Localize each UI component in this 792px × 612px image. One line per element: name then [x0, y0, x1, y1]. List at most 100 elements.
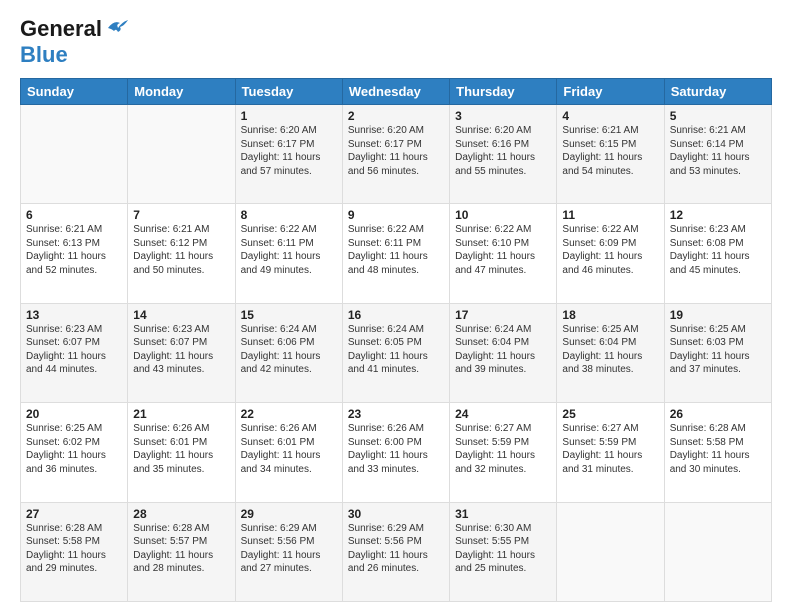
calendar-cell: 14Sunrise: 6:23 AMSunset: 6:07 PMDayligh… [128, 303, 235, 402]
cell-info: Sunrise: 6:23 AMSunset: 6:08 PMDaylight:… [670, 223, 766, 277]
cell-info: Sunrise: 6:21 AMSunset: 6:15 PMDaylight:… [562, 124, 658, 178]
calendar-page: General Blue SundayMondayTuesdayWednesda… [0, 0, 792, 612]
cell-info: Sunrise: 6:27 AMSunset: 5:59 PMDaylight:… [455, 422, 551, 476]
weekday-header-friday: Friday [557, 79, 664, 105]
weekday-header-saturday: Saturday [664, 79, 771, 105]
calendar-cell: 8Sunrise: 6:22 AMSunset: 6:11 PMDaylight… [235, 204, 342, 303]
day-number: 31 [455, 507, 551, 521]
day-number: 15 [241, 308, 337, 322]
day-number: 1 [241, 109, 337, 123]
cell-info: Sunrise: 6:24 AMSunset: 6:06 PMDaylight:… [241, 323, 337, 377]
calendar-cell: 7Sunrise: 6:21 AMSunset: 6:12 PMDaylight… [128, 204, 235, 303]
day-number: 26 [670, 407, 766, 421]
day-number: 9 [348, 208, 444, 222]
calendar-cell: 27Sunrise: 6:28 AMSunset: 5:58 PMDayligh… [21, 502, 128, 601]
cell-info: Sunrise: 6:26 AMSunset: 6:01 PMDaylight:… [241, 422, 337, 476]
day-number: 21 [133, 407, 229, 421]
cell-info: Sunrise: 6:29 AMSunset: 5:56 PMDaylight:… [241, 522, 337, 576]
calendar-cell: 15Sunrise: 6:24 AMSunset: 6:06 PMDayligh… [235, 303, 342, 402]
calendar-cell: 4Sunrise: 6:21 AMSunset: 6:15 PMDaylight… [557, 105, 664, 204]
calendar-cell: 31Sunrise: 6:30 AMSunset: 5:55 PMDayligh… [450, 502, 557, 601]
day-number: 24 [455, 407, 551, 421]
day-number: 18 [562, 308, 658, 322]
calendar-cell: 1Sunrise: 6:20 AMSunset: 6:17 PMDaylight… [235, 105, 342, 204]
calendar-cell: 21Sunrise: 6:26 AMSunset: 6:01 PMDayligh… [128, 403, 235, 502]
calendar-cell: 29Sunrise: 6:29 AMSunset: 5:56 PMDayligh… [235, 502, 342, 601]
day-number: 17 [455, 308, 551, 322]
calendar-cell: 25Sunrise: 6:27 AMSunset: 5:59 PMDayligh… [557, 403, 664, 502]
weekday-header-monday: Monday [128, 79, 235, 105]
day-number: 10 [455, 208, 551, 222]
calendar-cell [664, 502, 771, 601]
cell-info: Sunrise: 6:20 AMSunset: 6:17 PMDaylight:… [348, 124, 444, 178]
cell-info: Sunrise: 6:25 AMSunset: 6:04 PMDaylight:… [562, 323, 658, 377]
calendar-cell: 19Sunrise: 6:25 AMSunset: 6:03 PMDayligh… [664, 303, 771, 402]
weekday-header-thursday: Thursday [450, 79, 557, 105]
cell-info: Sunrise: 6:20 AMSunset: 6:17 PMDaylight:… [241, 124, 337, 178]
week-row-1: 6Sunrise: 6:21 AMSunset: 6:13 PMDaylight… [21, 204, 772, 303]
cell-info: Sunrise: 6:24 AMSunset: 6:05 PMDaylight:… [348, 323, 444, 377]
cell-info: Sunrise: 6:25 AMSunset: 6:03 PMDaylight:… [670, 323, 766, 377]
cell-info: Sunrise: 6:24 AMSunset: 6:04 PMDaylight:… [455, 323, 551, 377]
day-number: 7 [133, 208, 229, 222]
calendar-cell: 3Sunrise: 6:20 AMSunset: 6:16 PMDaylight… [450, 105, 557, 204]
week-row-3: 20Sunrise: 6:25 AMSunset: 6:02 PMDayligh… [21, 403, 772, 502]
cell-info: Sunrise: 6:27 AMSunset: 5:59 PMDaylight:… [562, 422, 658, 476]
logo-bird-icon [106, 18, 128, 36]
day-number: 30 [348, 507, 444, 521]
calendar-cell: 2Sunrise: 6:20 AMSunset: 6:17 PMDaylight… [342, 105, 449, 204]
weekday-header-sunday: Sunday [21, 79, 128, 105]
week-row-0: 1Sunrise: 6:20 AMSunset: 6:17 PMDaylight… [21, 105, 772, 204]
day-number: 27 [26, 507, 122, 521]
day-number: 20 [26, 407, 122, 421]
cell-info: Sunrise: 6:22 AMSunset: 6:10 PMDaylight:… [455, 223, 551, 277]
calendar-cell [21, 105, 128, 204]
calendar-cell: 10Sunrise: 6:22 AMSunset: 6:10 PMDayligh… [450, 204, 557, 303]
day-number: 29 [241, 507, 337, 521]
calendar-cell: 28Sunrise: 6:28 AMSunset: 5:57 PMDayligh… [128, 502, 235, 601]
day-number: 8 [241, 208, 337, 222]
cell-info: Sunrise: 6:21 AMSunset: 6:13 PMDaylight:… [26, 223, 122, 277]
cell-info: Sunrise: 6:26 AMSunset: 6:01 PMDaylight:… [133, 422, 229, 476]
day-number: 3 [455, 109, 551, 123]
cell-info: Sunrise: 6:26 AMSunset: 6:00 PMDaylight:… [348, 422, 444, 476]
day-number: 25 [562, 407, 658, 421]
cell-info: Sunrise: 6:20 AMSunset: 6:16 PMDaylight:… [455, 124, 551, 178]
calendar-cell: 5Sunrise: 6:21 AMSunset: 6:14 PMDaylight… [664, 105, 771, 204]
cell-info: Sunrise: 6:29 AMSunset: 5:56 PMDaylight:… [348, 522, 444, 576]
calendar-cell: 30Sunrise: 6:29 AMSunset: 5:56 PMDayligh… [342, 502, 449, 601]
day-number: 23 [348, 407, 444, 421]
cell-info: Sunrise: 6:21 AMSunset: 6:14 PMDaylight:… [670, 124, 766, 178]
calendar-cell: 12Sunrise: 6:23 AMSunset: 6:08 PMDayligh… [664, 204, 771, 303]
calendar-cell: 26Sunrise: 6:28 AMSunset: 5:58 PMDayligh… [664, 403, 771, 502]
calendar-cell [128, 105, 235, 204]
cell-info: Sunrise: 6:28 AMSunset: 5:58 PMDaylight:… [26, 522, 122, 576]
calendar-cell: 18Sunrise: 6:25 AMSunset: 6:04 PMDayligh… [557, 303, 664, 402]
logo-general: General [20, 16, 102, 42]
calendar-cell: 11Sunrise: 6:22 AMSunset: 6:09 PMDayligh… [557, 204, 664, 303]
day-number: 28 [133, 507, 229, 521]
day-number: 13 [26, 308, 122, 322]
day-number: 16 [348, 308, 444, 322]
calendar-cell: 16Sunrise: 6:24 AMSunset: 6:05 PMDayligh… [342, 303, 449, 402]
calendar-cell: 6Sunrise: 6:21 AMSunset: 6:13 PMDaylight… [21, 204, 128, 303]
logo-blue: Blue [20, 42, 68, 67]
calendar-cell: 24Sunrise: 6:27 AMSunset: 5:59 PMDayligh… [450, 403, 557, 502]
day-number: 4 [562, 109, 658, 123]
weekday-header-row: SundayMondayTuesdayWednesdayThursdayFrid… [21, 79, 772, 105]
day-number: 14 [133, 308, 229, 322]
week-row-2: 13 Sunrise: 6:23 AMSunset: 6:07 PMDayligh… [21, 303, 772, 402]
day-number: 11 [562, 208, 658, 222]
cell-info: Sunrise: 6:28 AMSunset: 5:57 PMDaylight:… [133, 522, 229, 576]
weekday-header-wednesday: Wednesday [342, 79, 449, 105]
cell-info: Sunrise: 6:23 AMSunset: 6:07 PMDaylight:… [133, 323, 229, 377]
logo: General Blue [20, 16, 128, 68]
cell-info: Sunrise: 6:25 AMSunset: 6:02 PMDaylight:… [26, 422, 122, 476]
day-number: 19 [670, 308, 766, 322]
calendar-cell: 20Sunrise: 6:25 AMSunset: 6:02 PMDayligh… [21, 403, 128, 502]
calendar-cell [557, 502, 664, 601]
day-number: 2 [348, 109, 444, 123]
calendar-cell: 23Sunrise: 6:26 AMSunset: 6:00 PMDayligh… [342, 403, 449, 502]
cell-info: Sunrise: 6:22 AMSunset: 6:11 PMDaylight:… [348, 223, 444, 277]
week-row-4: 27Sunrise: 6:28 AMSunset: 5:58 PMDayligh… [21, 502, 772, 601]
